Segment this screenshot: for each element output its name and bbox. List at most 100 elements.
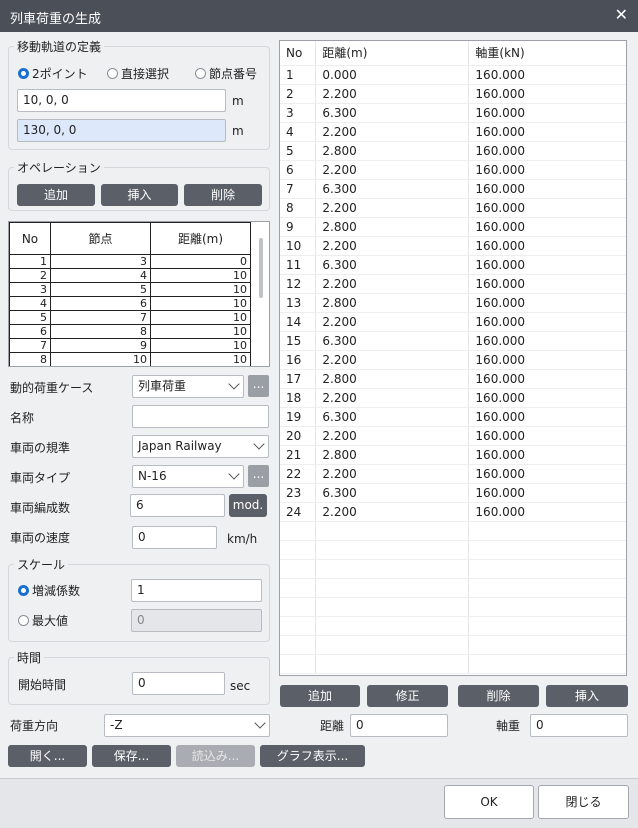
node-add-button[interactable]: 追加 — [17, 184, 95, 206]
table-row[interactable]: 130 — [9, 254, 251, 269]
table-row[interactable] — [280, 635, 626, 655]
table-row[interactable]: 1 0.000 160.000 — [280, 65, 626, 85]
table-row[interactable]: 6 8 10 — [9, 324, 251, 339]
speed-input[interactable]: 0 — [132, 526, 217, 549]
table-cell: 11 — [280, 255, 317, 275]
type-more-button[interactable]: ... — [248, 465, 269, 487]
load-case-select[interactable]: 列車荷重 — [132, 375, 244, 398]
table-row[interactable]: 2 2.200 160.000 — [280, 84, 626, 104]
start-time-label: 開始時間 — [18, 678, 67, 692]
table-row[interactable]: 4 6 10 — [9, 296, 251, 311]
table-row[interactable] — [280, 540, 626, 560]
table-row[interactable]: 14 2.200 160.000 — [280, 312, 626, 332]
table-row[interactable] — [280, 597, 626, 617]
table-row[interactable]: 10 2.200 160.000 — [280, 236, 626, 256]
table-row[interactable]: 3 6.300 160.000 — [280, 103, 626, 123]
radio-indicator — [18, 585, 29, 596]
table-row[interactable]: 16 2.200 160.000 — [280, 350, 626, 370]
axle-modify-button[interactable]: 修正 — [367, 685, 448, 707]
distance-input[interactable]: 0 — [350, 714, 448, 737]
point1-input[interactable]: 10, 0, 0 — [17, 89, 226, 112]
save-button[interactable]: 保存... — [92, 745, 171, 767]
table-row[interactable]: 21 2.800 160.000 — [280, 445, 626, 465]
node-table[interactable]: No 節点 距離(m) 1 3 0 2 4 10 3 5 10 4 6 10 5 7 10 6 8 10 7 9 10 8… — [8, 221, 270, 367]
radio-indicator — [18, 615, 29, 626]
table-cell: 160.000 — [468, 388, 626, 408]
start-time-input[interactable]: 0 — [132, 672, 225, 695]
table-cell: 2.800 — [315, 217, 470, 237]
mod-button[interactable]: mod. — [229, 494, 267, 517]
table-row[interactable]: 8 10 10 — [9, 352, 251, 366]
axle-col-no[interactable]: No — [280, 41, 317, 66]
ok-button[interactable]: OK — [444, 785, 534, 819]
table-cell — [280, 616, 317, 636]
table-row[interactable]: 20 2.200 160.000 — [280, 426, 626, 446]
table-cell — [280, 578, 317, 598]
axle-add-button[interactable]: 追加 — [280, 685, 360, 707]
table-row[interactable]: 18 2.200 160.000 — [280, 388, 626, 408]
table-row[interactable]: 9 2.800 160.000 — [280, 217, 626, 237]
table-row[interactable]: 11 6.300 160.000 — [280, 255, 626, 275]
table-row[interactable]: 24 2.200 160.000 — [280, 502, 626, 522]
direction-select[interactable]: -Z — [104, 714, 270, 737]
radio-node[interactable]: 節点番号 — [195, 66, 257, 82]
node-col-no[interactable]: No — [9, 222, 51, 255]
axle-delete-button[interactable]: 削除 — [458, 685, 539, 707]
axle-col-distance[interactable]: 距離(m) — [315, 41, 470, 66]
radio-2point[interactable]: 2ポイント — [18, 66, 88, 82]
axle-col-axle[interactable]: 軸重(kN) — [468, 41, 626, 66]
table-row[interactable]: 5 2.800 160.000 — [280, 141, 626, 161]
table-cell — [468, 521, 626, 541]
table-row[interactable]: 19 6.300 160.000 — [280, 407, 626, 427]
radio-direct[interactable]: 直接選択 — [107, 66, 169, 82]
distance-label: 距離 — [320, 719, 345, 733]
table-cell: 2.200 — [315, 274, 470, 294]
graph-button[interactable]: グラフ表示... — [260, 745, 365, 767]
type-select[interactable]: N-16 — [132, 465, 244, 488]
node-delete-button[interactable]: 削除 — [184, 184, 262, 206]
table-row[interactable]: 7 6.300 160.000 — [280, 179, 626, 199]
radio-factor[interactable]: 増減係数 — [18, 583, 80, 599]
table-row[interactable]: 2 4 10 — [9, 268, 251, 283]
node-table-scrollbar[interactable] — [259, 238, 263, 298]
table-row[interactable] — [280, 578, 626, 598]
table-row[interactable]: 3 5 10 — [9, 282, 251, 297]
table-row[interactable] — [280, 521, 626, 541]
table-row[interactable] — [280, 616, 626, 636]
close-button[interactable]: 閉じる — [538, 785, 629, 819]
table-row[interactable]: 8 2.200 160.000 — [280, 198, 626, 218]
table-cell: 3 — [9, 282, 51, 297]
table-row[interactable] — [280, 654, 626, 674]
table-row[interactable]: 6 2.200 160.000 — [280, 160, 626, 180]
table-row[interactable]: 12 2.200 160.000 — [280, 274, 626, 294]
table-row[interactable]: 4 2.200 160.000 — [280, 122, 626, 142]
table-row[interactable]: 15 6.300 160.000 — [280, 331, 626, 351]
table-row[interactable] — [280, 559, 626, 579]
table-row[interactable]: 7 9 10 — [9, 338, 251, 353]
table-cell — [468, 597, 626, 617]
load-case-label: 動的荷重ケース — [10, 381, 94, 395]
count-input[interactable]: 6 — [130, 494, 225, 517]
table-row[interactable]: 23 6.300 160.000 — [280, 483, 626, 503]
axle-input[interactable]: 0 — [530, 714, 628, 737]
node-col-distance[interactable]: 距離(m) — [150, 222, 251, 255]
load-case-more-button[interactable]: ... — [248, 375, 269, 397]
open-button[interactable]: 開く... — [8, 745, 87, 767]
standard-select[interactable]: Japan Railway — [132, 435, 269, 458]
axle-table[interactable]: No 距離(m) 軸重(kN) 1 0.000 160.000 2 2.200 160.0… — [279, 40, 627, 676]
name-input[interactable] — [132, 405, 269, 428]
point2-input[interactable]: 130, 0, 0 — [17, 119, 226, 142]
factor-input[interactable]: 1 — [131, 579, 262, 602]
node-col-node[interactable]: 節点 — [50, 222, 151, 255]
radio-max[interactable]: 最大値 — [18, 613, 68, 629]
table-cell: 6 — [9, 324, 51, 339]
table-row[interactable]: 5 7 10 — [9, 310, 251, 325]
table-row[interactable]: 13 2.800 160.000 — [280, 293, 626, 313]
table-cell: 22 — [280, 464, 317, 484]
table-row[interactable]: 22 2.200 160.000 — [280, 464, 626, 484]
table-cell: 160.000 — [468, 122, 626, 142]
node-insert-button[interactable]: 挿入 — [101, 184, 178, 206]
table-row[interactable]: 17 2.800 160.000 — [280, 369, 626, 389]
axle-insert-button[interactable]: 挿入 — [546, 685, 628, 707]
close-icon[interactable]: ✕ — [615, 5, 628, 24]
